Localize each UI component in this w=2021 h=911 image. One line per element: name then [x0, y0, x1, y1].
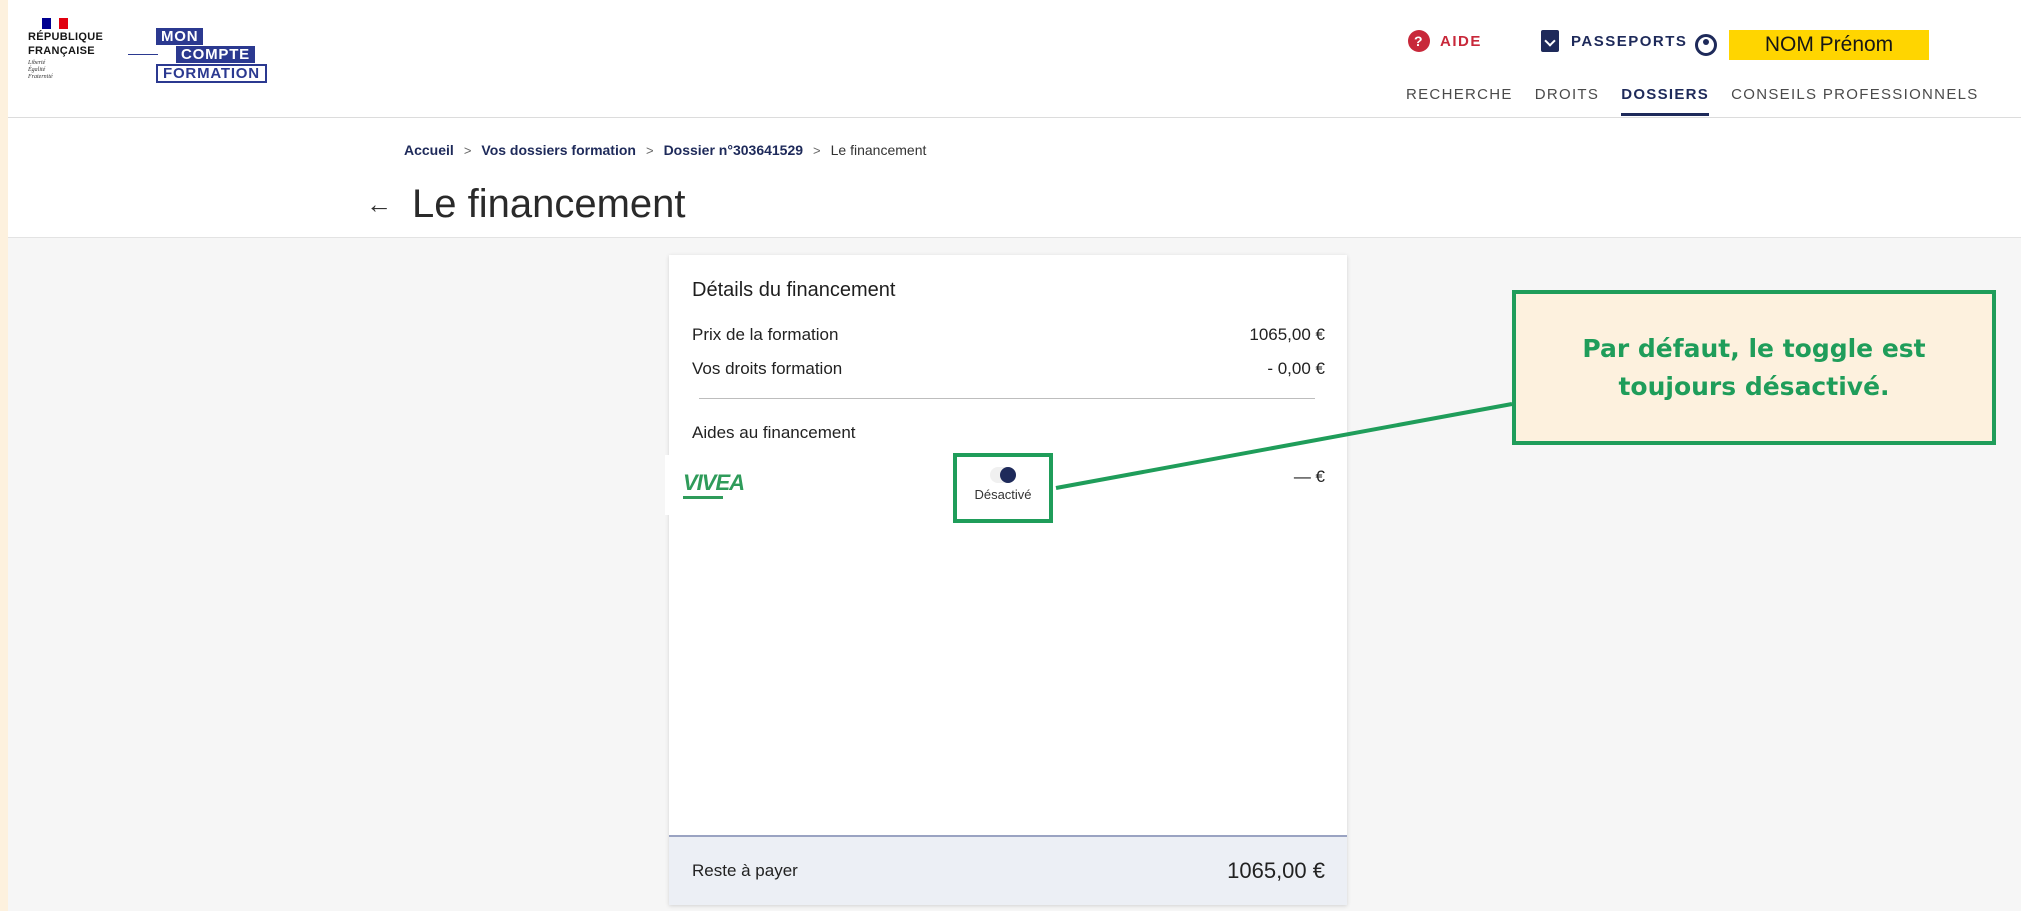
nav-item-conseils-professionnels[interactable]: CONSEILS PROFESSIONNELS — [1731, 86, 1978, 116]
main-nav: RECHERCHE DROITS DOSSIERS CONSEILS PROFE… — [1406, 86, 2001, 116]
breadcrumb-accueil[interactable]: Accueil — [404, 142, 454, 158]
card-footer: Reste à payer 1065,00 € — [669, 835, 1347, 905]
rights-value: - 0,00 € — [1267, 359, 1325, 378]
user-name: NOM Prénom — [1729, 30, 1929, 60]
aide-label: AIDE — [1440, 32, 1482, 50]
price-row: Prix de la formation 1065,00 € — [692, 325, 1325, 345]
vivea-logo-bar — [683, 495, 723, 499]
breadcrumb-dossier[interactable]: Dossier n°303641529 — [664, 142, 803, 158]
site-header: RÉPUBLIQUE FRANÇAISE Liberté Égalité Fra… — [8, 0, 2021, 118]
document-check-icon — [1541, 30, 1559, 52]
nav-item-dossiers[interactable]: DOSSIERS — [1621, 86, 1710, 116]
page-header: Accueil > Vos dossiers formation > Dossi… — [8, 118, 2021, 238]
help-icon: ? — [1408, 30, 1430, 52]
passeports-label: PASSEPORTS — [1571, 32, 1688, 50]
nav-item-recherche[interactable]: RECHERCHE — [1406, 86, 1513, 116]
toggle-label: Désactivé — [974, 487, 1032, 502]
vivea-logo-text: VIVEA — [683, 469, 745, 495]
price-label: Prix de la formation — [692, 325, 839, 344]
divider — [699, 398, 1315, 399]
republique-francaise-logo[interactable]: RÉPUBLIQUE FRANÇAISE Liberté Égalité Fra… — [28, 18, 138, 118]
chevron-right-icon: > — [645, 142, 654, 158]
rf-motto-2: Égalité — [28, 67, 46, 73]
footer-label: Reste à payer — [692, 861, 798, 880]
vivea-logo: VIVEA — [665, 455, 745, 515]
chevron-right-icon: > — [463, 142, 472, 158]
rf-logo-line2: FRANÇAISE — [28, 45, 95, 57]
annotation-callout: Par défaut, le toggle est toujours désac… — [1512, 290, 1996, 445]
rf-motto: Liberté Égalité Fraternité — [28, 60, 138, 81]
card-title: Détails du financement — [692, 279, 896, 301]
nav-item-droits[interactable]: DROITS — [1535, 86, 1599, 116]
passeports-link[interactable]: PASSEPORTS — [1541, 30, 1687, 52]
aide-link[interactable]: ? AIDE — [1408, 30, 1482, 52]
logo-formation: FORMATION — [156, 64, 267, 83]
breadcrumb-dossiers[interactable]: Vos dossiers formation — [481, 142, 636, 158]
mon-compte-formation-logo[interactable]: MON COMPTE FORMATION — [128, 14, 271, 94]
user-icon — [1695, 34, 1717, 56]
rf-logo-line1: RÉPUBLIQUE — [28, 31, 104, 43]
aid-toggle[interactable] — [990, 467, 1016, 483]
logo-compte: COMPTE — [176, 46, 255, 63]
footer-value: 1065,00 € — [1227, 858, 1325, 883]
user-menu[interactable]: NOM Prénom — [1695, 30, 1929, 60]
rf-motto-1: Liberté — [28, 60, 46, 66]
financing-details-card: Détails du financement Prix de la format… — [665, 255, 1347, 905]
page-title: ← Le financement — [366, 182, 686, 227]
logo-mon: MON — [156, 28, 204, 45]
back-arrow-icon[interactable]: ← — [366, 189, 392, 220]
breadcrumb: Accueil > Vos dossiers formation > Dossi… — [404, 142, 926, 158]
logo-divider — [128, 54, 158, 55]
aid-amount: — € — [1293, 467, 1325, 486]
rights-row: Vos droits formation - 0,00 € — [692, 359, 1325, 379]
annotation-text: Par défaut, le toggle est toujours désac… — [1582, 333, 1926, 401]
price-value: 1065,00 € — [1249, 325, 1325, 344]
aides-label: Aides au financement — [692, 423, 856, 442]
rf-motto-3: Fraternité — [28, 74, 53, 80]
breadcrumb-current: Le financement — [830, 142, 927, 158]
toggle-knob — [1000, 467, 1016, 483]
aid-toggle-highlight: Désactivé — [953, 453, 1053, 523]
chevron-right-icon: > — [813, 142, 821, 158]
rights-label: Vos droits formation — [692, 359, 843, 378]
page-title-text: Le financement — [412, 182, 686, 226]
flag-icon — [42, 18, 69, 29]
